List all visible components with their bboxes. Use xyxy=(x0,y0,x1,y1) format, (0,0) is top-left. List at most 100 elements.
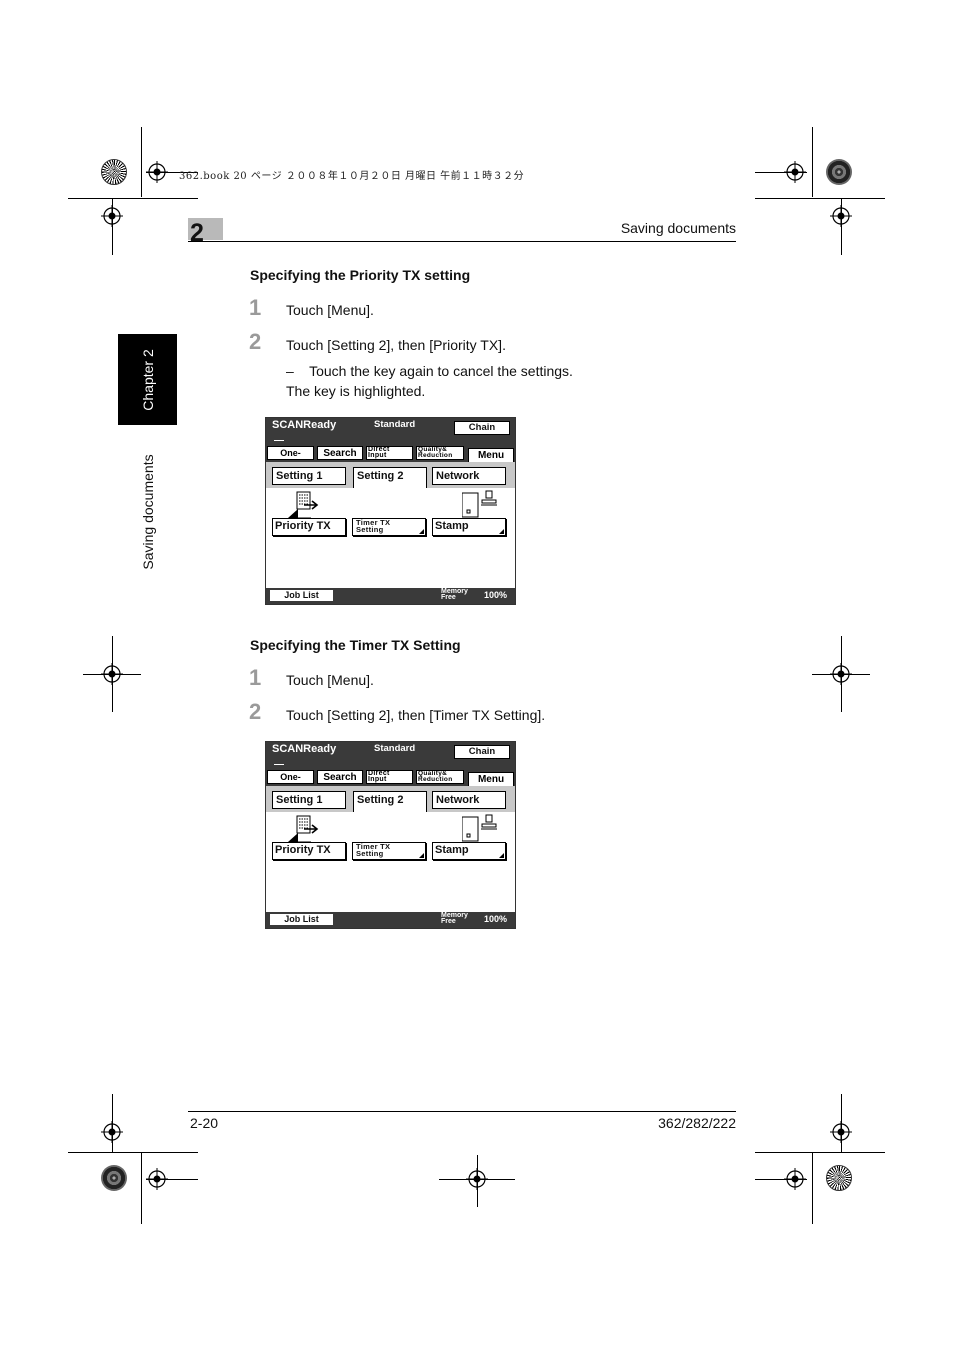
tab-direct-input[interactable]: Direct Input xyxy=(366,446,413,460)
memory-label-line: Free xyxy=(441,594,456,601)
tab-direct-input[interactable]: Direct Input xyxy=(366,770,413,784)
timer-tx-setting-button[interactable]: Timer TX Setting xyxy=(352,518,426,536)
registration-target-icon xyxy=(146,1168,168,1190)
subtab-network[interactable]: Network xyxy=(432,791,506,809)
step-number: 2 xyxy=(249,699,262,724)
panel-subtabs: Setting 1 Setting 2 Network xyxy=(266,786,515,813)
registration-target-icon xyxy=(784,1168,806,1190)
tab-menu[interactable]: Menu xyxy=(468,448,514,462)
print-note: 362.book 20 ページ ２００８年１０月２０日 月曜日 午前１１時３２分 xyxy=(179,171,525,182)
subtab-setting-1[interactable]: Setting 1 xyxy=(272,467,346,485)
status-dash xyxy=(274,440,284,441)
tab-label-line: Input xyxy=(368,452,387,459)
key-label-line: Setting xyxy=(356,524,384,534)
job-list-button[interactable]: Job List xyxy=(270,590,333,601)
registration-target-icon xyxy=(466,1168,488,1190)
tab-menu[interactable]: Menu xyxy=(468,772,514,786)
tab-label-line: Reduction xyxy=(418,776,453,783)
corner-arrow-icon xyxy=(419,529,424,534)
stamp-button[interactable]: Stamp xyxy=(432,518,506,536)
panel-top-bar: SCANReady Standard Chain One-Touch Searc… xyxy=(266,742,515,786)
control-panel-screen: SCANReady Standard Chain One-Touch Searc… xyxy=(265,741,516,929)
memory-value: 100% xyxy=(484,914,508,924)
registration-target-icon xyxy=(101,663,123,685)
registration-target-icon xyxy=(784,161,806,183)
registration-target-icon xyxy=(830,1121,852,1143)
step-result: The key is highlighted. xyxy=(286,383,426,399)
step-number: 1 xyxy=(249,665,262,690)
subtab-setting-1[interactable]: Setting 1 xyxy=(272,791,346,809)
stamp-button[interactable]: Stamp xyxy=(432,842,506,860)
key-label: Stamp xyxy=(435,520,469,532)
memory-label-line: Free xyxy=(441,918,456,925)
priority-tx-button[interactable]: Priority TX xyxy=(272,842,346,860)
panel-status: SCANReady xyxy=(272,743,337,755)
priority-document-icon xyxy=(288,815,319,843)
registration-ball-icon xyxy=(826,1165,852,1191)
stamp-icon xyxy=(462,814,497,842)
registration-ball-icon xyxy=(101,1165,127,1191)
registration-target-icon xyxy=(830,205,852,227)
memory-label: Memory Free xyxy=(441,588,468,601)
key-label: Priority TX xyxy=(275,520,331,532)
key-label: Stamp xyxy=(435,844,469,856)
panel-footer: Job List Memory Free 100% xyxy=(266,912,515,928)
registration-target-icon xyxy=(146,161,168,183)
subtab-network[interactable]: Network xyxy=(432,467,506,485)
step-note: – Touch the key again to cancel the sett… xyxy=(286,363,573,379)
tab-one-touch[interactable]: One-Touch xyxy=(267,446,314,460)
control-panel-screen: SCANReady Standard Chain One-Touch Searc… xyxy=(265,417,516,605)
priority-document-icon xyxy=(288,491,319,519)
status-dash xyxy=(274,764,284,765)
job-list-button[interactable]: Job List xyxy=(270,914,333,925)
step-text: Touch [Menu]. xyxy=(286,302,374,318)
tab-one-touch[interactable]: One-Touch xyxy=(267,770,314,784)
corner-arrow-icon xyxy=(499,853,504,858)
memory-value: 100% xyxy=(484,590,508,600)
tab-quality-reduction[interactable]: Quality& Reduction xyxy=(416,770,464,784)
chapter-number: 2 xyxy=(190,219,204,247)
step-text: Touch [Menu]. xyxy=(286,672,374,688)
stamp-icon xyxy=(462,490,497,518)
step-text: Touch [Setting 2], then [Priority TX]. xyxy=(286,337,506,353)
tab-label-line: Input xyxy=(368,776,387,783)
model-number: 362/282/222 xyxy=(658,1115,736,1131)
header-title: Saving documents xyxy=(620,220,736,236)
chapter-number-box: 2 xyxy=(188,218,223,247)
panel-mode: Standard xyxy=(374,743,416,754)
section-heading-priority: Specifying the Priority TX setting xyxy=(250,267,471,283)
priority-tx-button[interactable]: Priority TX xyxy=(272,518,346,536)
chain-button[interactable]: Chain xyxy=(454,745,510,759)
tab-search[interactable]: Search xyxy=(317,446,363,460)
panel-mode: Standard xyxy=(374,419,416,430)
step-number: 1 xyxy=(249,295,262,320)
header-rule xyxy=(188,241,736,242)
key-label-line: Setting xyxy=(356,848,384,858)
page-number: 2-20 xyxy=(190,1115,219,1131)
key-label: Priority TX xyxy=(275,844,331,856)
corner-arrow-icon xyxy=(499,529,504,534)
panel-top-bar: SCANReady Standard Chain One-Touch Searc… xyxy=(266,418,515,462)
panel-body: Priority TX Timer TX Setting Stamp xyxy=(266,488,515,588)
panel-tabs: One-Touch Search DirectInput Quality&Red… xyxy=(266,446,515,462)
registration-target-icon xyxy=(101,1121,123,1143)
tab-quality-reduction[interactable]: Quality& Reduction xyxy=(416,446,464,460)
registration-target-icon xyxy=(101,205,123,227)
memory-label: Memory Free xyxy=(441,912,468,925)
step-number: 2 xyxy=(249,329,262,354)
chapter-side-label: Chapter 2 xyxy=(139,348,156,411)
key-label: Timer TX Setting xyxy=(356,519,390,534)
panel-footer: Job List Memory Free 100% xyxy=(266,588,515,604)
chain-button[interactable]: Chain xyxy=(454,421,510,435)
panel-subtabs: Setting 1 Setting 2 Network xyxy=(266,462,515,489)
tab-label-line: Reduction xyxy=(418,452,453,459)
tab-search[interactable]: Search xyxy=(317,770,363,784)
subtab-setting-2[interactable]: Setting 2 xyxy=(353,467,427,489)
panel-status: SCANReady xyxy=(272,419,337,431)
panel-body: Priority TX Timer TX Setting Stamp xyxy=(266,812,515,912)
section-heading-timer: Specifying the Timer TX Setting xyxy=(250,637,461,653)
key-label: Timer TX Setting xyxy=(356,843,390,858)
step-text: Touch [Setting 2], then [Timer TX Settin… xyxy=(286,707,546,723)
timer-tx-setting-button[interactable]: Timer TX Setting xyxy=(352,842,426,860)
subtab-setting-2[interactable]: Setting 2 xyxy=(353,791,427,813)
